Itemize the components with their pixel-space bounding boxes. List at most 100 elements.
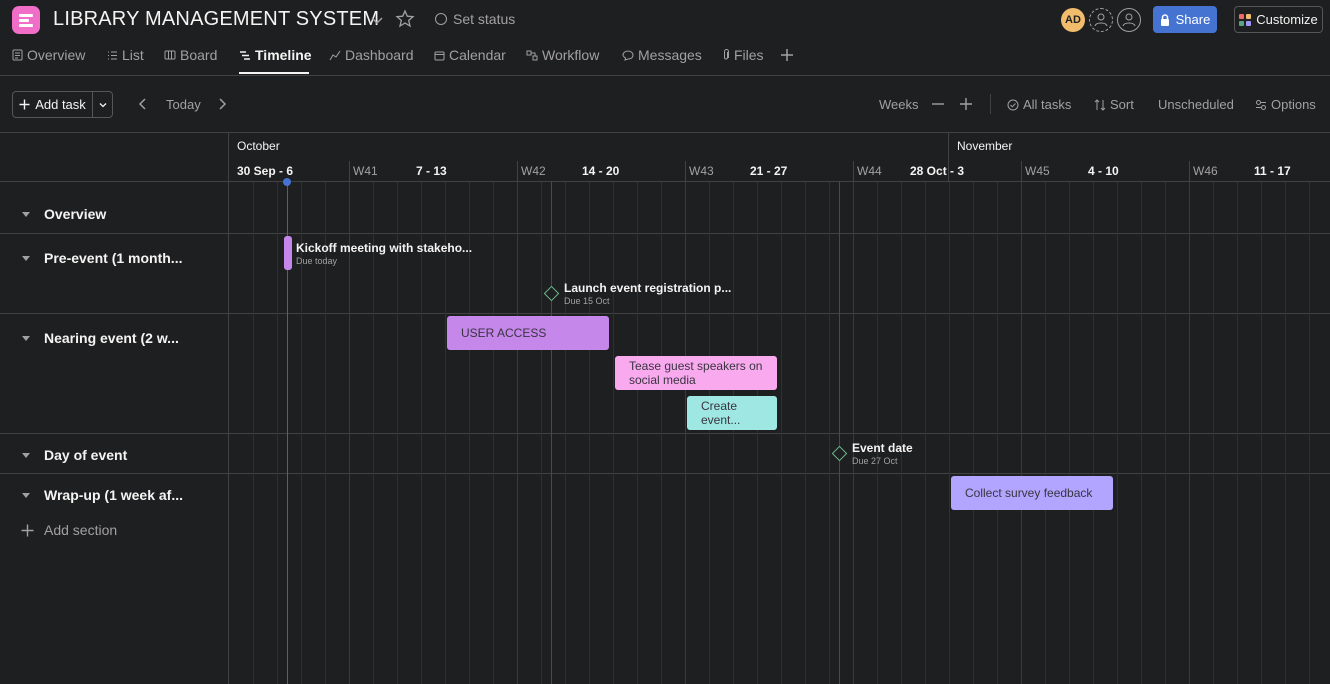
milestone-diamond-icon[interactable] — [543, 285, 560, 302]
tab-workflow[interactable]: Workflow — [526, 47, 599, 63]
plus-icon — [781, 49, 793, 61]
week-range: 4 - 10 — [1088, 164, 1119, 178]
options-label: Options — [1271, 97, 1316, 112]
star-icon[interactable] — [395, 9, 415, 29]
zoom-select[interactable]: Weeks — [879, 97, 919, 112]
week-label: W46 — [1193, 164, 1218, 178]
week-range: 14 - 20 — [582, 164, 620, 178]
gridline — [565, 181, 566, 684]
gridline — [1189, 181, 1190, 684]
divider — [1021, 161, 1022, 181]
project-logo-icon[interactable] — [12, 6, 40, 34]
add-task-button[interactable]: Add task — [13, 92, 92, 117]
task-title: USER ACCESS — [461, 326, 547, 340]
task-bar-tease[interactable]: Tease guest speakers on social media — [615, 356, 777, 390]
board-icon — [164, 50, 176, 59]
unscheduled-button[interactable]: Unscheduled — [1158, 97, 1234, 112]
next-button[interactable] — [216, 97, 228, 111]
task-bar-create[interactable]: Create event... — [687, 396, 777, 430]
tab-board[interactable]: Board — [164, 47, 217, 63]
section-day-of-event[interactable]: Day of event — [0, 447, 228, 463]
set-status-button[interactable]: Set status — [435, 11, 515, 27]
avatar[interactable]: AD — [1061, 8, 1085, 32]
task-title: Create event... — [701, 399, 741, 427]
status-circle-icon — [435, 13, 447, 25]
sort-button[interactable]: Sort — [1094, 97, 1134, 112]
member-placeholder-icon[interactable] — [1117, 8, 1141, 32]
share-button[interactable]: Share — [1153, 6, 1217, 33]
minus-icon — [932, 103, 944, 105]
gridline — [277, 181, 278, 684]
tab-files[interactable]: Files — [722, 47, 764, 63]
zoom-out-button[interactable] — [931, 98, 945, 110]
divider — [853, 161, 854, 181]
add-task-label: Add task — [35, 97, 86, 112]
previous-button[interactable] — [137, 97, 149, 111]
task-bar-user-access[interactable]: USER ACCESS — [447, 316, 609, 350]
options-button[interactable]: Options — [1255, 97, 1316, 112]
add-task-group: Add task — [12, 91, 113, 118]
task-bar-kickoff[interactable] — [284, 236, 292, 270]
gridline — [397, 181, 398, 684]
gridline — [1285, 181, 1286, 684]
gridline — [901, 181, 902, 684]
add-tab-button[interactable] — [780, 48, 794, 62]
add-section-button[interactable]: Add section — [21, 522, 117, 538]
divider — [0, 75, 1330, 76]
section-nearing-event[interactable]: Nearing event (2 w... — [0, 330, 228, 346]
tab-label: Messages — [638, 47, 702, 63]
tab-overview[interactable]: Overview — [12, 47, 85, 63]
gridline — [589, 181, 590, 684]
tab-messages[interactable]: Messages — [622, 47, 702, 63]
check-circle-icon — [1007, 99, 1019, 110]
gridline — [349, 181, 350, 684]
member-placeholder-icon[interactable] — [1089, 8, 1113, 32]
gridline — [781, 181, 782, 684]
caret-down-icon — [22, 256, 30, 261]
gridline — [661, 181, 662, 684]
tab-calendar[interactable]: Calendar — [434, 47, 506, 63]
week-label: W43 — [689, 164, 714, 178]
chevron-right-icon — [219, 98, 227, 110]
chevron-down-icon — [99, 102, 107, 107]
week-label: W41 — [353, 164, 378, 178]
section-wrap-up[interactable]: Wrap-up (1 week af... — [0, 487, 228, 503]
tab-dashboard[interactable]: Dashboard — [329, 47, 414, 63]
month-label: October — [237, 139, 280, 153]
section-label: Pre-event (1 month... — [44, 250, 183, 266]
workflow-icon — [526, 50, 538, 60]
customize-button[interactable]: Customize — [1234, 6, 1323, 33]
week-label: W45 — [1025, 164, 1050, 178]
section-label: Overview — [44, 206, 107, 222]
gridline — [1045, 181, 1046, 684]
tab-list[interactable]: List — [107, 47, 144, 63]
gridline — [709, 181, 710, 684]
today-button[interactable]: Today — [166, 97, 201, 112]
task-title[interactable]: Event date — [852, 441, 913, 455]
week-range: 30 Sep - 6 — [237, 164, 294, 178]
gridline — [1093, 181, 1094, 684]
all-tasks-filter[interactable]: All tasks — [1007, 97, 1071, 112]
section-overview[interactable]: Overview — [0, 206, 228, 222]
gridline — [541, 181, 542, 684]
task-title[interactable]: Launch event registration p... — [564, 281, 731, 295]
chevron-down-icon[interactable] — [369, 12, 385, 28]
week-range: 28 Oct - 3 — [910, 164, 965, 178]
task-title: Tease guest speakers on social media — [629, 359, 763, 387]
section-pre-event[interactable]: Pre-event (1 month... — [0, 250, 228, 266]
lock-icon — [1160, 13, 1169, 26]
gridline — [517, 181, 518, 684]
tab-timeline[interactable]: Timeline — [239, 47, 312, 63]
task-title[interactable]: Kickoff meeting with stakeho... — [296, 241, 472, 255]
calendar-icon — [434, 51, 445, 60]
milestone-diamond-icon[interactable] — [831, 445, 848, 462]
gridline — [637, 181, 638, 684]
project-title[interactable]: LIBRARY MANAGEMENT SYSTEM — [53, 8, 379, 31]
week-label: W44 — [857, 164, 882, 178]
add-task-dropdown[interactable] — [93, 92, 113, 117]
gridline — [613, 181, 614, 684]
plus-icon — [21, 524, 34, 536]
zoom-in-button[interactable] — [959, 98, 973, 110]
gridline — [1117, 181, 1118, 684]
task-bar-survey[interactable]: Collect survey feedback — [951, 476, 1113, 510]
